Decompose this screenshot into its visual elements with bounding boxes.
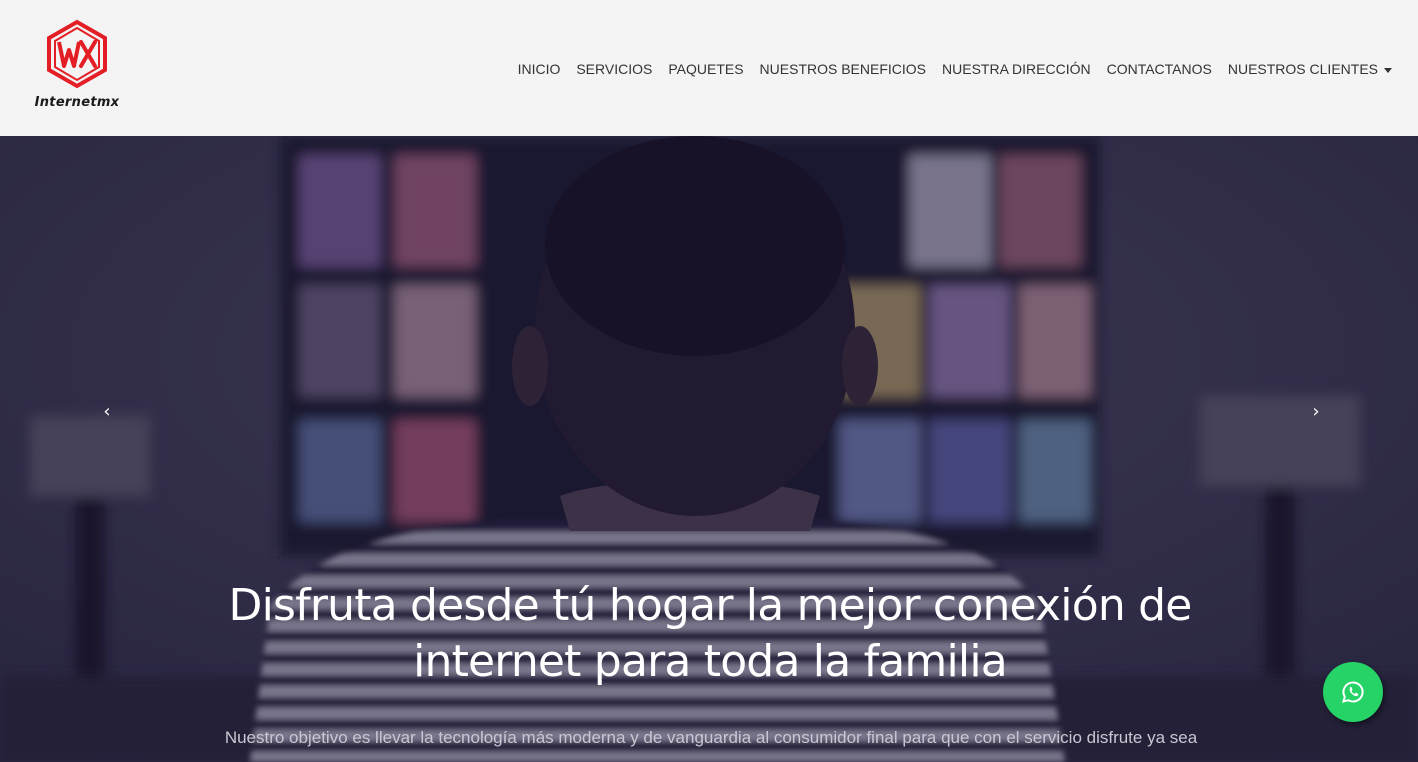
- nav-item-label: CONTACTANOS: [1106, 61, 1212, 77]
- nav-item-label: SERVICIOS: [576, 61, 653, 77]
- chevron-left-icon: ‹: [103, 401, 111, 422]
- nav-item-inicio[interactable]: INICIO: [510, 58, 569, 80]
- nav-item-label: INICIO: [517, 61, 561, 77]
- nav-item-label: PAQUETES: [668, 61, 744, 77]
- brand-name: Internetmx: [34, 95, 120, 110]
- nav-item-label: NUESTROS CLIENTES: [1227, 61, 1378, 77]
- nav-item-paquetes[interactable]: PAQUETES: [660, 58, 751, 80]
- hero-title: Disfruta desde tú hogar la mejor conexió…: [228, 580, 1193, 687]
- nav-item-contactanos[interactable]: CONTACTANOS: [1099, 58, 1220, 80]
- chevron-right-icon: ›: [1312, 401, 1320, 422]
- navbar: Internetmx INICIO SERVICIOS PAQUETES NUE…: [0, 0, 1418, 136]
- nav-item-direccion[interactable]: NUESTRA DIRECCIÓN: [934, 58, 1099, 80]
- nav-item-beneficios[interactable]: NUESTROS BENEFICIOS: [752, 58, 934, 80]
- main-nav: INICIO SERVICIOS PAQUETES NUESTROS BENEF…: [510, 58, 1400, 80]
- nav-item-clientes-dropdown[interactable]: NUESTROS CLIENTES: [1220, 58, 1400, 80]
- hero-carousel: ‹ › Disfruta desde tú hogar la mejor con…: [0, 136, 1418, 762]
- wx-logo-icon: [47, 19, 107, 89]
- whatsapp-icon: [1342, 681, 1364, 703]
- whatsapp-button[interactable]: [1323, 662, 1383, 722]
- nav-item-label: NUESTROS BENEFICIOS: [759, 61, 927, 77]
- carousel-prev-button[interactable]: ‹: [95, 400, 119, 424]
- carousel-next-button[interactable]: ›: [1304, 400, 1328, 424]
- caret-down-icon: [1384, 67, 1392, 73]
- nav-item-servicios[interactable]: SERVICIOS: [568, 58, 660, 80]
- nav-item-label: NUESTRA DIRECCIÓN: [942, 61, 1091, 77]
- brand-logo[interactable]: Internetmx: [33, 18, 121, 116]
- hero-subtitle: Nuestro objetivo es llevar la tecnología…: [224, 728, 1198, 747]
